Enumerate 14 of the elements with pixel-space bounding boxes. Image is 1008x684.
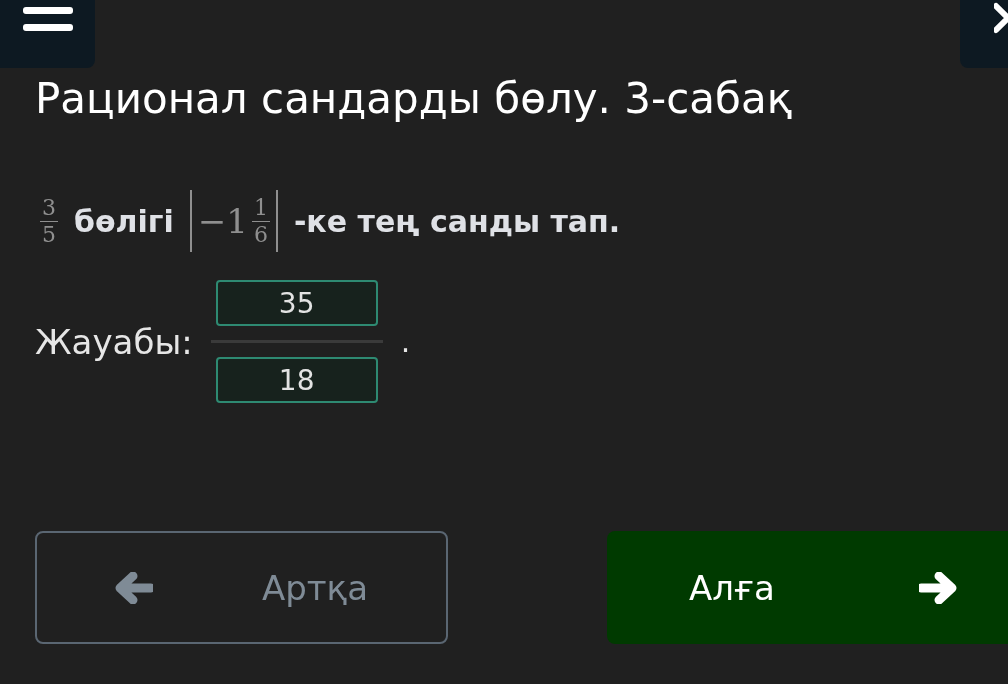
next-button[interactable]: Алға	[607, 531, 1008, 644]
fraction: 3 5	[40, 194, 58, 248]
lesson-title: Рационал сандарды бөлу. 3-сабақ	[35, 73, 793, 125]
period: .	[400, 324, 411, 359]
denominator-field[interactable]: 18	[215, 357, 378, 403]
answer-label: Жауабы:	[35, 321, 193, 362]
right-arrow-icon	[919, 571, 957, 604]
question-text: бөлігі	[74, 203, 174, 239]
question-text: -ке тең санды тап.	[293, 203, 621, 239]
left-arrow-icon	[115, 571, 153, 604]
back-button[interactable]: Артқа	[35, 531, 448, 644]
menu-button[interactable]	[0, 0, 95, 68]
numerator-field[interactable]: 35	[215, 280, 378, 326]
close-button[interactable]	[960, 0, 1008, 68]
